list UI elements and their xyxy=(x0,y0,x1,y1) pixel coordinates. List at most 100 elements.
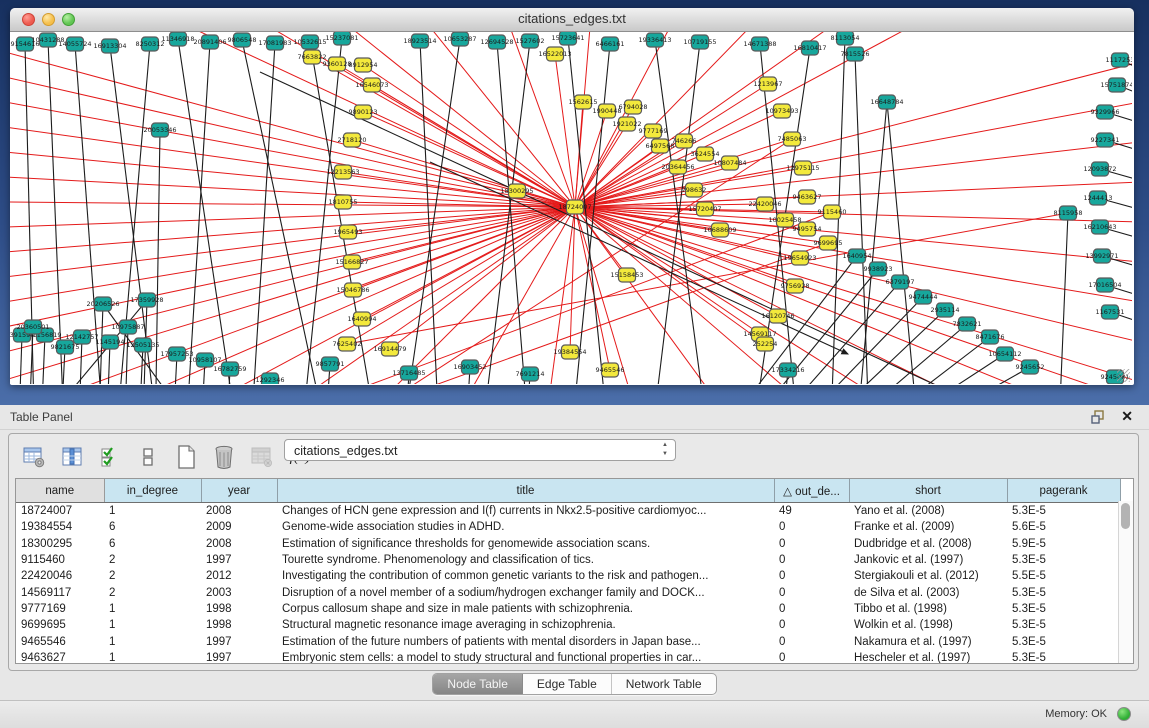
graph-edge[interactable] xyxy=(575,207,1110,384)
graph-edge[interactable] xyxy=(575,207,1132,382)
graph-edge[interactable] xyxy=(352,207,575,262)
table-row[interactable]: 946362711997Embryonic stem cells: a mode… xyxy=(16,650,1120,664)
table-row[interactable]: 1830029562008Estimation of significance … xyxy=(16,536,1120,552)
graph-edge[interactable] xyxy=(10,102,575,207)
graph-edge[interactable] xyxy=(855,102,887,384)
table-row[interactable]: 1872400712008Changes of HCN gene express… xyxy=(16,503,1120,520)
graph-node-label: 10532615 xyxy=(293,38,326,46)
table-cell: 5.3E-5 xyxy=(1007,601,1120,617)
graph-edge[interactable] xyxy=(10,207,575,252)
row-selection-button[interactable] xyxy=(97,444,123,470)
table-options-button[interactable] xyxy=(21,444,47,470)
column-header-year[interactable]: year xyxy=(201,479,277,503)
graph-node-label: 1244413 xyxy=(1084,194,1113,202)
table-cell: Stergiakouli et al. (2012) xyxy=(849,568,1007,584)
tab-edge-table[interactable]: Edge Table xyxy=(523,674,612,694)
graph-edge[interactable] xyxy=(310,42,380,384)
graph-node-label: 8115958 xyxy=(1054,209,1083,217)
column-header-short[interactable]: short xyxy=(849,479,1007,503)
scrollbar-thumb[interactable] xyxy=(1121,503,1130,529)
window-resize-grip[interactable] xyxy=(1117,369,1130,382)
graph-node-label: 252254 xyxy=(753,340,778,348)
graph-edge[interactable] xyxy=(10,207,575,302)
table-selector-value: citations_edges.txt xyxy=(294,444,398,458)
graph-node-label: 16782759 xyxy=(213,365,246,373)
table-row[interactable]: 2242004622012Investigating the contribut… xyxy=(16,568,1120,584)
table-cell: 5.3E-5 xyxy=(1007,633,1120,649)
table-scrollbar[interactable] xyxy=(1118,501,1133,663)
graph-node-label: 10958107 xyxy=(188,356,221,364)
table-cell: 9699695 xyxy=(16,617,104,633)
graph-node-label: 9890123 xyxy=(349,108,378,116)
table-cell: 2008 xyxy=(201,503,277,520)
graph-edge[interactable] xyxy=(795,310,945,384)
close-panel-icon[interactable]: ✕ xyxy=(1121,408,1133,425)
table-tabs-segment: Node Table Edge Table Network Table xyxy=(432,673,716,695)
graph-node-label: 20053346 xyxy=(143,126,176,134)
graph-edge[interactable] xyxy=(10,207,575,380)
toggle-rows-button[interactable] xyxy=(135,444,161,470)
table-row[interactable]: 911546021997Tourette syndrome. Phenomeno… xyxy=(16,552,1120,568)
graph-node-label: 12694528 xyxy=(480,38,513,46)
graph-node-label: 2935114 xyxy=(931,306,960,314)
column-header-pagerank[interactable]: pagerank xyxy=(1007,479,1120,503)
network-window-titlebar[interactable]: citations_edges.txt xyxy=(10,8,1134,32)
graph-edge[interactable] xyxy=(185,42,210,384)
graph-node-label: 8250312 xyxy=(136,40,165,48)
graph-edge[interactable] xyxy=(10,77,575,207)
column-header-title[interactable]: title xyxy=(277,479,774,503)
table-cell: 1 xyxy=(104,601,201,617)
graph-edge[interactable] xyxy=(190,212,832,384)
table-header-row: namein_degreeyeartitle△ out_de...shortpa… xyxy=(16,479,1120,503)
tab-node-table[interactable]: Node Table xyxy=(433,674,523,694)
table-cell: 1998 xyxy=(201,617,277,633)
graph-edge[interactable] xyxy=(363,65,575,207)
table-cell: 1 xyxy=(104,633,201,649)
column-header-out_de[interactable]: △ out_de... xyxy=(774,479,849,503)
graph-node-label: 8113054 xyxy=(831,34,860,42)
table-cell: 1 xyxy=(104,617,201,633)
combo-spinner-icon: ▲▼ xyxy=(662,441,668,459)
graph-node-label: 16546073 xyxy=(355,81,388,89)
table-row[interactable]: 1938455462009Genome-wide association stu… xyxy=(16,519,1120,535)
graph-node-label: 3624554 xyxy=(691,150,720,158)
new-column-button[interactable] xyxy=(173,444,199,470)
table-cell: Tourette syndrome. Phenomenology and cla… xyxy=(277,552,774,568)
graph-node-label: 1640954 xyxy=(843,252,872,260)
graph-edge[interactable] xyxy=(300,38,342,384)
table-row[interactable]: 969969511998Structural magnetic resonanc… xyxy=(16,617,1120,633)
delete-column-button[interactable] xyxy=(211,444,237,470)
float-window-icon[interactable] xyxy=(1091,410,1105,424)
column-header-in_degree[interactable]: in_degree xyxy=(104,479,201,503)
graph-edge[interactable] xyxy=(840,337,990,384)
graph-node-label: 10688609 xyxy=(703,226,736,234)
graph-node-label: 15166827 xyxy=(335,258,368,266)
graph-edge[interactable] xyxy=(312,57,575,207)
graph-edge[interactable] xyxy=(10,152,575,207)
graph-edge[interactable] xyxy=(575,102,1132,207)
network-canvas[interactable]: 1872400716522013156261519904486794028192… xyxy=(10,32,1132,384)
graph-edge[interactable] xyxy=(855,54,870,384)
table-cell: 0 xyxy=(774,568,849,584)
panel-title: Table Panel xyxy=(10,410,73,424)
delete-table-button[interactable] xyxy=(249,444,275,470)
table-cell: 5.3E-5 xyxy=(1007,584,1120,600)
graph-node-label: 7663822 xyxy=(298,53,327,61)
graph-edge[interactable] xyxy=(363,112,575,207)
graph-edge[interactable] xyxy=(575,146,660,207)
graph-edge[interactable] xyxy=(575,207,630,384)
status-bar: Memory: OK xyxy=(0,700,1149,728)
table-cell: 9777169 xyxy=(16,601,104,617)
column-header-name[interactable]: name xyxy=(16,479,104,503)
table-row[interactable]: 946554611997Estimation of the future num… xyxy=(16,633,1120,649)
graph-node-label: 13716485 xyxy=(392,369,425,377)
show-columns-button[interactable] xyxy=(59,444,85,470)
table-row[interactable]: 1456911722003Disruption of a novel membe… xyxy=(16,584,1120,600)
graph-edge[interactable] xyxy=(350,32,575,207)
graph-edge[interactable] xyxy=(178,39,240,384)
tab-network-table[interactable]: Network Table xyxy=(612,674,716,694)
memory-indicator[interactable] xyxy=(1117,707,1131,721)
table-selector-dropdown[interactable]: citations_edges.txt ▲▼ xyxy=(284,439,676,461)
table-row[interactable]: 977716911998Corpus callosum shape and si… xyxy=(16,601,1120,617)
graph-edge[interactable] xyxy=(817,324,967,384)
